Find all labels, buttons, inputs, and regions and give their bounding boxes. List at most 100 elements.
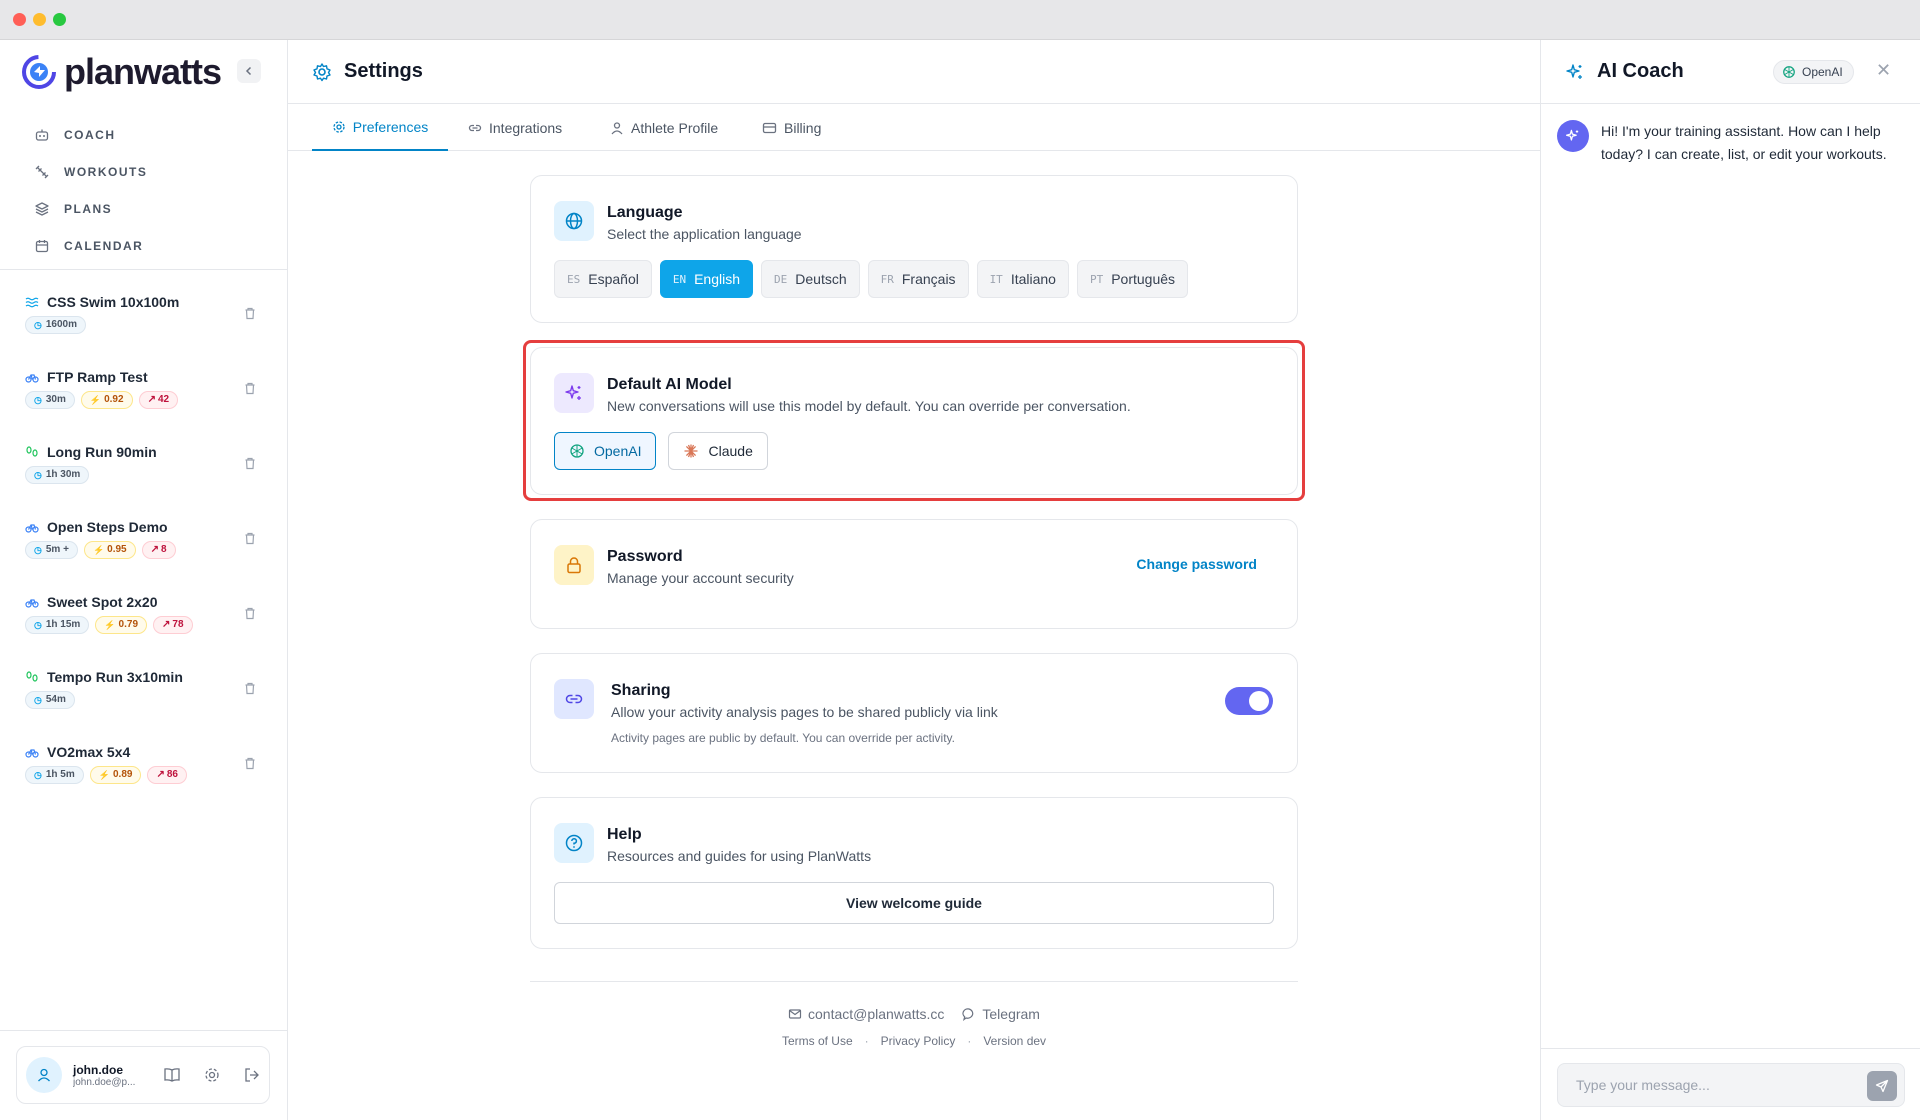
view-welcome-guide-button[interactable]: View welcome guide — [554, 882, 1274, 924]
contact-email-link[interactable]: contact@planwatts.cc — [808, 1006, 944, 1022]
change-password-button[interactable]: Change password — [1136, 556, 1257, 572]
coach-model-selector[interactable]: OpenAI — [1773, 60, 1854, 84]
sharing-note: Activity pages are public by default. Yo… — [611, 731, 955, 745]
close-window-button[interactable] — [13, 13, 26, 26]
gear-icon — [333, 120, 345, 133]
send-icon — [1875, 1079, 1889, 1093]
duration-badge: 1h 5m — [25, 766, 84, 784]
guide-button[interactable] — [159, 1066, 185, 1084]
workout-name: Tempo Run 3x10min — [47, 669, 183, 685]
openai-icon — [1783, 66, 1795, 78]
message-input[interactable] — [1558, 1064, 1848, 1106]
link-icon — [468, 124, 482, 131]
help-subtitle: Resources and guides for using PlanWatts — [607, 848, 872, 864]
minimize-window-button[interactable] — [33, 13, 46, 26]
terms-link[interactable]: Terms of Use — [782, 1034, 853, 1048]
telegram-link[interactable]: Telegram — [982, 1006, 1040, 1022]
robot-icon — [35, 129, 49, 141]
brand[interactable]: planwatts — [22, 51, 222, 92]
assistant-message-text: Hi! I'm your training assistant. How can… — [1601, 123, 1887, 162]
link-icon — [554, 679, 594, 719]
version-label: Version dev — [983, 1034, 1047, 1048]
language-option-de[interactable]: DE Deutsch — [761, 260, 860, 298]
trash-icon[interactable] — [243, 681, 257, 695]
maximize-window-button[interactable] — [53, 13, 66, 26]
book-icon — [164, 1068, 180, 1082]
tab-label: Preferences — [352, 118, 429, 135]
workout-item[interactable]: Open Steps Demo 5m + 0.95 8 — [0, 517, 288, 592]
trash-icon[interactable] — [243, 306, 257, 320]
workout-item[interactable]: VO2max 5x4 1h 5m 0.89 86 — [0, 742, 288, 817]
sidebar-bottom-divider — [0, 1030, 288, 1031]
sparkles-icon — [1566, 63, 1582, 79]
main-nav: COACH WORKOUTS PLANS CALENDAR — [34, 116, 147, 264]
settings-button[interactable] — [199, 1066, 225, 1084]
language-card: Language Select the application language… — [530, 175, 1298, 323]
trash-icon[interactable] — [243, 381, 257, 395]
language-option-pt[interactable]: PT Português — [1076, 260, 1189, 298]
duration-badge: 30m — [25, 391, 75, 409]
language-option-fr[interactable]: FR Français — [867, 260, 969, 298]
tss-badge: 8 — [141, 541, 176, 559]
close-icon[interactable]: ✕ — [1876, 60, 1891, 81]
workout-item[interactable]: Tempo Run 3x10min 54m — [0, 667, 288, 742]
intensity-badge: 0.89 — [89, 766, 142, 784]
nav-item-calendar[interactable]: CALENDAR — [34, 227, 147, 264]
trash-icon[interactable] — [243, 756, 257, 770]
tss-badge: 86 — [147, 766, 187, 784]
workout-item[interactable]: Sweet Spot 2x20 1h 15m 0.79 78 — [0, 592, 288, 667]
footer-divider — [530, 981, 1298, 982]
planwatts-logo-icon — [22, 55, 56, 89]
tab-billing[interactable]: Billing — [762, 104, 821, 151]
gear-icon — [205, 1068, 219, 1082]
tab-label: Athlete Profile — [631, 119, 719, 136]
brand-name: planwatts — [64, 51, 222, 92]
avatar[interactable] — [26, 1057, 62, 1093]
trash-icon[interactable] — [243, 456, 257, 470]
tab-label: Billing — [784, 119, 822, 136]
mail-icon — [788, 1009, 802, 1019]
user-info: john.doe john.doe@p... — [73, 1063, 145, 1088]
trash-icon[interactable] — [243, 606, 257, 620]
workout-item[interactable]: CSS Swim 10x100m 1600m — [0, 292, 288, 367]
trash-icon[interactable] — [243, 531, 257, 545]
help-circle-icon — [554, 823, 594, 863]
tab-integrations[interactable]: Integrations — [468, 104, 562, 151]
send-button[interactable] — [1867, 1071, 1897, 1101]
workout-item[interactable]: FTP Ramp Test 30m 0.92 42 — [0, 367, 288, 442]
nav-item-plans[interactable]: PLANS — [34, 190, 147, 227]
gear-icon — [313, 62, 331, 81]
nav-item-workouts[interactable]: WORKOUTS — [34, 153, 147, 190]
tab-athlete-profile[interactable]: Athlete Profile — [610, 104, 718, 151]
coach-header: AI Coach OpenAI ✕ — [1541, 40, 1920, 104]
lock-icon — [554, 545, 594, 585]
language-option-en[interactable]: EN English — [659, 260, 754, 298]
dumbbell-icon — [35, 165, 49, 178]
logout-icon — [245, 1068, 259, 1082]
chat-bubble-icon — [962, 1008, 974, 1021]
collapse-sidebar-button[interactable] — [237, 59, 261, 83]
privacy-link[interactable]: Privacy Policy — [881, 1034, 956, 1048]
sharing-toggle[interactable] — [1225, 687, 1273, 715]
user-email: john.doe@p... — [73, 1076, 136, 1088]
help-title: Help — [607, 826, 642, 843]
tab-preferences[interactable]: Preferences — [312, 104, 448, 151]
sharing-card: Sharing Allow your activity analysis pag… — [530, 653, 1298, 773]
footer-separator: · — [864, 1034, 869, 1048]
logout-button[interactable] — [239, 1066, 265, 1084]
footprints-icon — [26, 446, 38, 457]
language-option-it[interactable]: IT Italiano — [976, 260, 1069, 298]
composer-divider — [1541, 1048, 1920, 1049]
nav-label: WORKOUTS — [64, 164, 148, 179]
nav-label: CALENDAR — [64, 238, 144, 253]
workout-item[interactable]: Long Run 90min 1h 30m — [0, 442, 288, 517]
settings-main: Settings Preferences Integrations Athlet… — [288, 40, 1540, 1120]
language-option-es[interactable]: ES Español — [554, 260, 652, 298]
assistant-message: Hi! I'm your training assistant. How can… — [1557, 120, 1906, 166]
footer-links: Terms of Use · Privacy Policy · Version … — [530, 1034, 1298, 1048]
language-title: Language — [607, 204, 683, 221]
highlight-box — [523, 340, 1305, 501]
nav-item-coach[interactable]: COACH — [34, 116, 147, 153]
nav-label: COACH — [64, 127, 116, 142]
duration-badge: 1h 15m — [25, 616, 90, 634]
